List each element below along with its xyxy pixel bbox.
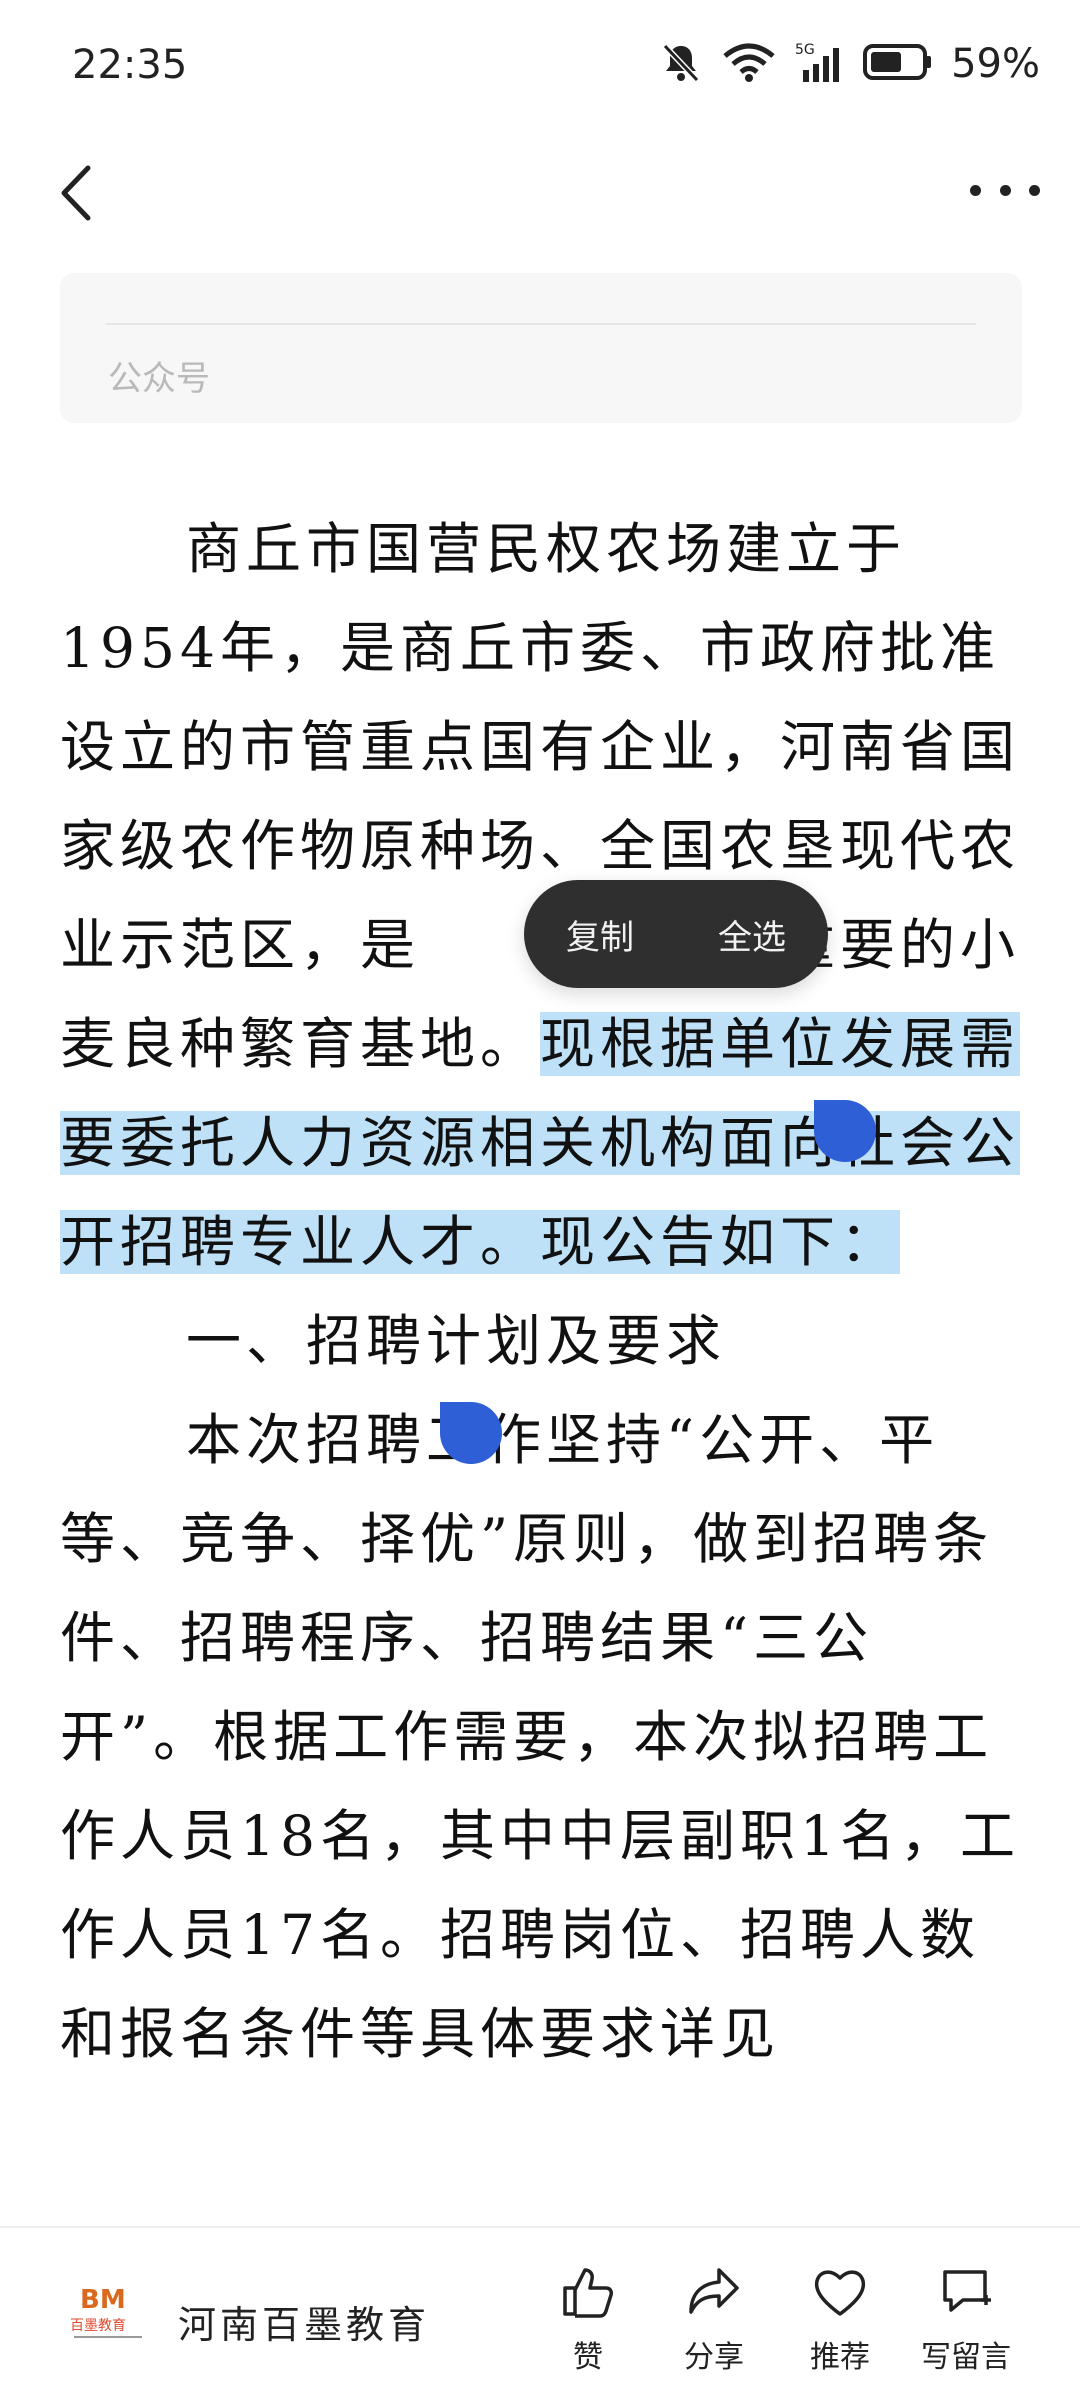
selection-start-handle[interactable] <box>814 1100 876 1162</box>
mute-bell-icon <box>659 40 703 88</box>
recommend-button[interactable]: 推荐 <box>780 2264 900 2376</box>
account-card-label: 公众号 <box>108 359 210 399</box>
card-divider <box>106 323 976 325</box>
comment-label: 写留言 <box>921 2340 1011 2375</box>
logo-text: 百墨教育 <box>70 2318 126 2334</box>
thumbs-up-icon <box>563 2268 613 2318</box>
signal-5g-icon: 5G <box>795 40 845 88</box>
article-body: 商丘市国营民权农场建立于1954年，是商丘市委、市政府批准设立的市管重点国有企业… <box>60 500 1022 2084</box>
account-name[interactable]: 河南百墨教育 <box>178 2294 430 2349</box>
back-button[interactable] <box>52 158 112 228</box>
status-time: 22:35 <box>72 42 188 88</box>
share-button[interactable]: 分享 <box>654 2264 774 2376</box>
more-menu-button[interactable] <box>970 170 1040 210</box>
share-label: 分享 <box>684 2340 744 2375</box>
article-paragraph-2[interactable]: 本次招聘工作坚持“公开、平等、竞争、择优”原则，做到招聘条件、招聘程序、招聘结果… <box>60 1391 1022 2084</box>
like-label: 赞 <box>573 2340 603 2375</box>
dot-icon <box>970 184 981 196</box>
status-bar: 22:35 5G 59% <box>0 0 1080 130</box>
share-icon <box>689 2268 739 2314</box>
selection-end-handle[interactable] <box>440 1402 502 1464</box>
hidden-text: 周口 <box>420 913 540 977</box>
svg-text:5G: 5G <box>795 42 815 58</box>
account-card[interactable]: 公众号 <box>60 273 1022 423</box>
copy-button[interactable]: 复制 <box>566 910 634 959</box>
battery-icon <box>863 42 933 86</box>
select-all-button[interactable]: 全选 <box>718 910 786 959</box>
account-logo[interactable]: BM 百墨教育 <box>70 2282 146 2346</box>
dot-icon <box>1029 184 1040 196</box>
dot-icon <box>999 184 1011 196</box>
article-heading: 一、招聘计划及要求 <box>186 1309 727 1373</box>
wifi-icon <box>721 40 777 88</box>
recommend-label: 推荐 <box>810 2340 870 2375</box>
status-icons: 5G 59% <box>659 40 1040 88</box>
heart-icon <box>814 2270 866 2316</box>
chevron-left-icon <box>61 165 91 221</box>
svg-text:BM: BM <box>80 2285 126 2315</box>
comment-button[interactable]: 写留言 <box>906 2264 1026 2376</box>
like-button[interactable]: 赞 <box>528 2264 648 2376</box>
text-selection-menu: 复制 全选 <box>524 880 828 988</box>
comment-plus-icon <box>943 2270 991 2312</box>
battery-percent: 59% <box>951 41 1040 87</box>
bottom-action-bar: BM 百墨教育 河南百墨教育 赞 分享 推荐 写留言 <box>0 2226 1080 2400</box>
